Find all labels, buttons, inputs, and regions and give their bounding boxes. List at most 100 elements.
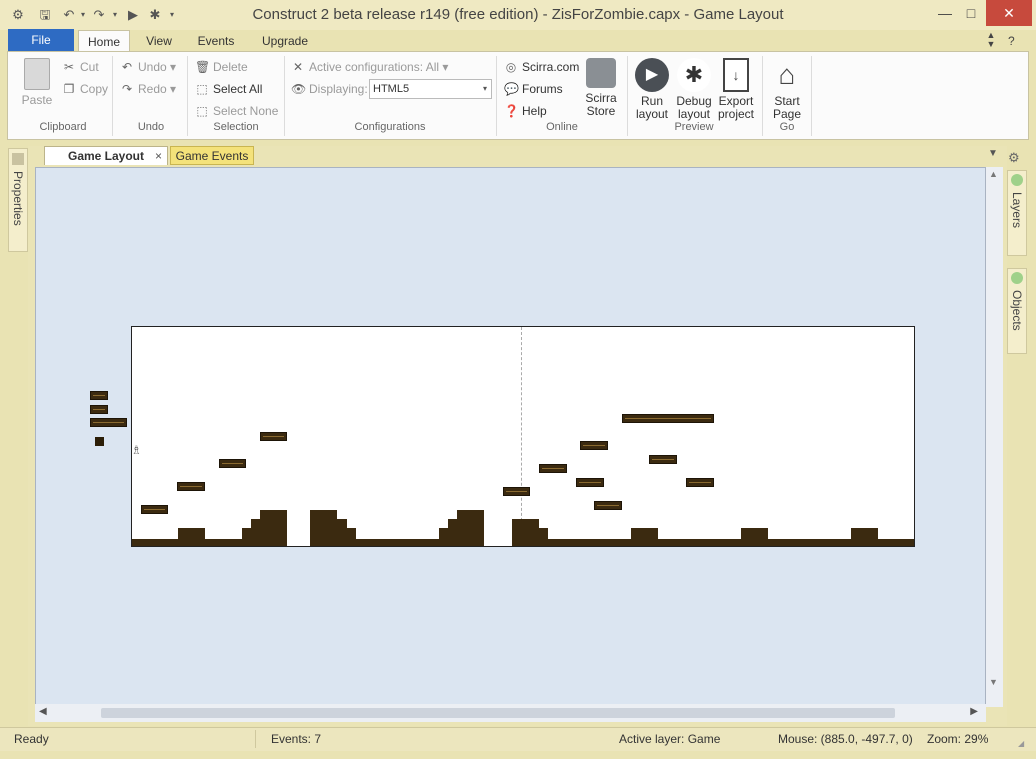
player-sprite[interactable]: ♗ [131,441,142,459]
platform-tile[interactable] [90,405,108,414]
run-icon[interactable]: ▶ [124,6,142,24]
start-page-button[interactable]: ⌂ Start Page [766,58,808,121]
ground-block[interactable] [741,528,768,546]
cut-button[interactable]: ✂ Cut [62,58,99,76]
platform-tile[interactable] [649,455,677,464]
properties-panel-tab[interactable]: Properties [8,148,28,252]
resize-grip-icon[interactable]: ◢ [1018,739,1028,749]
chevron-up-icon[interactable]: ▲ [989,169,998,179]
help-link[interactable]: ❓ Help [504,102,547,120]
help-icon[interactable]: ? [1008,34,1022,48]
file-tab[interactable]: File [8,29,74,51]
tab-game-layout[interactable]: Game Layout × [44,146,168,165]
debug-layout-button[interactable]: ✱ Debug layout [674,58,714,121]
ground-block[interactable] [851,528,878,546]
save-icon[interactable]: 🖫 [36,6,54,24]
copy-button[interactable]: ❐ Copy [62,80,108,98]
start-label-line1: Start [774,94,800,108]
debug-label-line2: layout [677,107,711,121]
redo-button[interactable]: ↷ Redo ▾ [120,80,176,98]
gear-icon[interactable]: ⚙ [1008,150,1024,166]
horizontal-scroll-thumb[interactable] [101,708,895,718]
layout-bounds[interactable] [131,326,915,547]
platform-tile[interactable] [580,441,608,450]
ground-block[interactable] [538,528,548,546]
app-menu-icon[interactable]: ⚙ [8,6,28,24]
redo-dropdown-icon[interactable]: ▾ [110,6,120,24]
scirra-icon: ◎ [505,60,517,74]
status-zoom: Zoom: 29% [927,732,989,746]
debug-icon[interactable]: ✱ [146,6,164,24]
ground-block[interactable] [260,510,287,546]
ribbon-separator [762,56,763,136]
ground-block[interactable] [178,528,205,546]
export-project-button[interactable]: ↓ Export project [716,58,756,121]
close-button[interactable]: ✕ [986,0,1032,26]
select-all-button[interactable]: ⬚ Select All [195,80,262,98]
platform-tile[interactable] [576,478,604,487]
selection-group-label: Selection [213,121,259,133]
run-label-line2: layout [635,107,669,121]
close-tab-icon[interactable]: × [155,147,162,166]
platform-tile[interactable] [686,478,714,487]
platform-tile[interactable] [503,487,530,496]
vertical-scrollbar[interactable]: ▲ ▼ [986,167,1003,707]
platform-tile[interactable] [260,432,287,441]
ground-block[interactable] [631,528,658,546]
ground-block[interactable] [512,519,539,546]
paste-icon [24,58,50,90]
platform-tile[interactable] [539,464,567,473]
ribbon-separator [284,56,285,136]
platform-tile[interactable] [141,505,168,514]
platform-tile[interactable] [622,414,714,423]
chevron-left-icon[interactable]: ◀ [39,706,47,717]
undo-button[interactable]: ↶ Undo ▾ [120,58,176,76]
undo-dropdown-icon[interactable]: ▾ [78,6,88,24]
horizontal-scrollbar[interactable]: ◀ ▶ [35,704,986,722]
layers-panel-tab[interactable]: Layers [1007,170,1027,256]
store-label-line2: Store [586,104,616,118]
customize-toolbar-icon[interactable]: ▾ [166,6,178,24]
scirra-store-button[interactable]: Scirra Store [580,58,622,118]
chevron-down-icon[interactable]: ▼ [989,677,998,687]
redo-icon[interactable]: ↷ [90,6,108,24]
configurations-group-label: Configurations [354,121,426,133]
platform-tile[interactable] [90,391,108,400]
undo-arrow-icon: ↶ [121,60,133,74]
select-none-button[interactable]: ⬚ Select None [195,102,278,120]
displaying-select[interactable]: HTML5 ▾ [369,79,492,99]
displaying-text: Displaying: [309,82,368,96]
tools-icon: ✕ [292,60,304,74]
ribbon-separator [187,56,188,136]
ribbon-scroll-icon[interactable]: ▲ ▼ [984,31,998,49]
paste-label: Paste [21,93,53,107]
platform-tile[interactable] [594,501,622,510]
ground-block[interactable] [310,510,337,546]
objects-panel-tab[interactable]: Objects [1007,268,1027,354]
delete-button[interactable]: 🗑 Delete [195,58,248,76]
tab-view[interactable]: View [136,30,182,52]
forums-link[interactable]: 💬 Forums [504,80,563,98]
run-layout-button[interactable]: ▶ Run layout [632,58,672,121]
scirra-label: Scirra.com [522,60,580,74]
ground-block[interactable] [457,510,484,546]
tab-home[interactable]: Home [78,30,130,52]
ground-block[interactable] [346,528,356,546]
tab-events[interactable]: Events [190,30,242,52]
active-configurations-button[interactable]: ✕ Active configurations: All ▾ [291,58,448,76]
status-events: Events: 7 [271,732,322,746]
maximize-button[interactable]: □ [954,0,988,26]
online-group-label: Online [546,121,578,133]
block-tile[interactable] [95,437,104,446]
chevron-right-icon[interactable]: ▶ [970,706,978,717]
platform-tile[interactable] [90,418,127,427]
paste-button[interactable]: Paste [16,58,58,107]
tab-game-events[interactable]: Game Events [170,146,254,165]
platform-tile[interactable] [219,459,246,468]
tab-upgrade[interactable]: Upgrade [254,30,316,52]
tab-list-dropdown-icon[interactable]: ▼ [988,148,998,159]
platform-tile[interactable] [177,482,205,491]
scirra-link[interactable]: ◎ Scirra.com [504,58,580,76]
objects-icon [1011,272,1023,284]
undo-icon[interactable]: ↶ [60,6,78,24]
